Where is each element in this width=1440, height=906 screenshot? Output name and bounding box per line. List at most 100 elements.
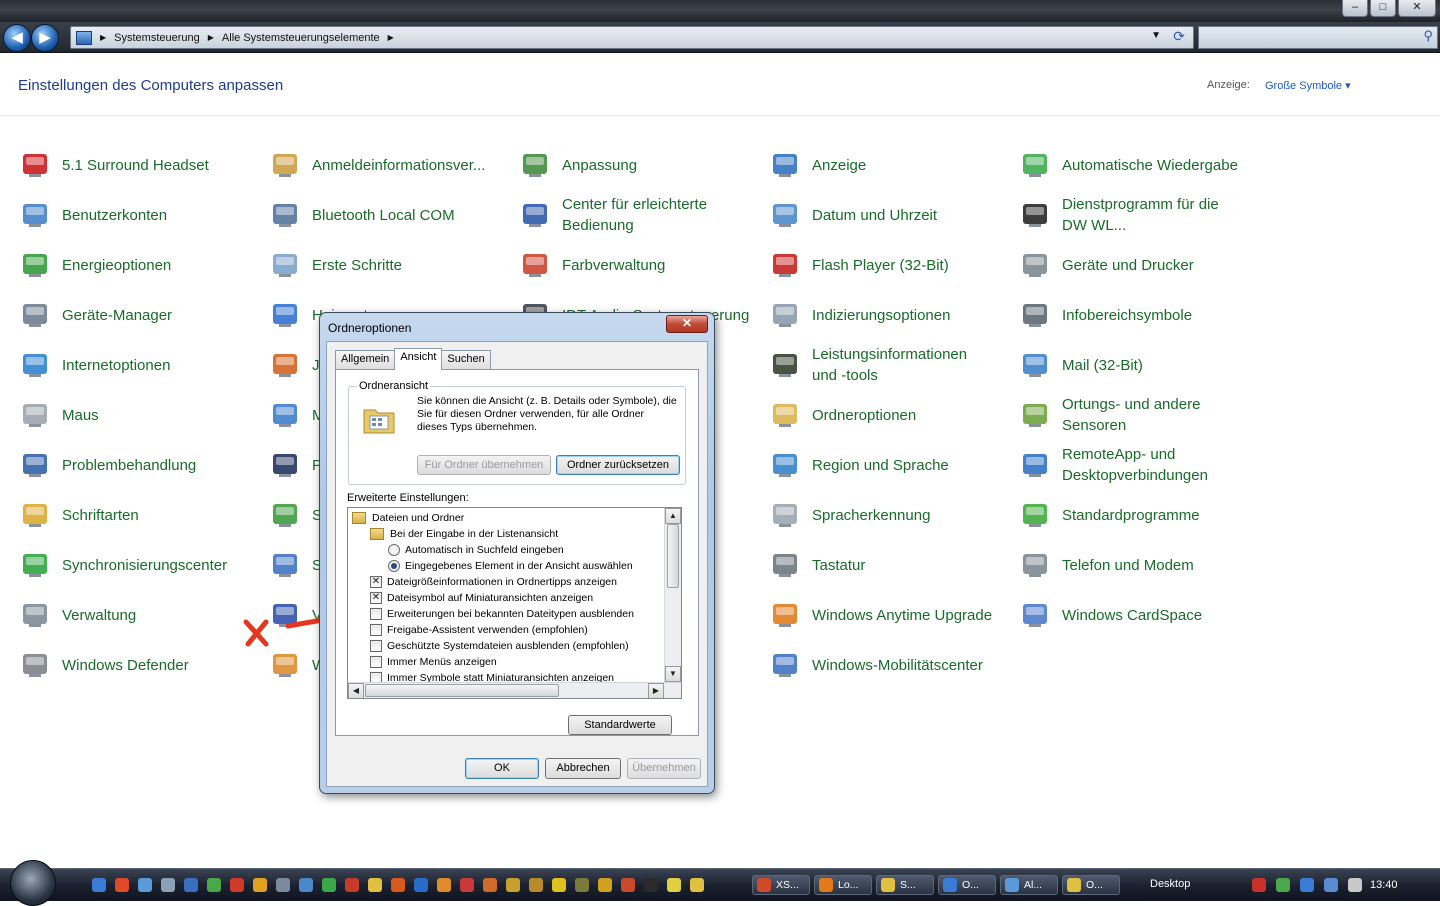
- apply-to-folders-button[interactable]: Für Ordner übernehmen: [417, 455, 551, 475]
- cp-item-power-options[interactable]: Energieoptionen: [18, 245, 250, 285]
- scroll-down-icon[interactable]: ▼: [665, 666, 681, 682]
- dialog-close-button[interactable]: ✕: [666, 315, 708, 333]
- tray-icon[interactable]: [1252, 878, 1266, 892]
- cp-item-ease-of-access[interactable]: Center für erleichterte Bedienung: [518, 195, 750, 235]
- search-input[interactable]: ⚲: [1198, 26, 1438, 49]
- back-button[interactable]: ◀: [3, 24, 31, 52]
- checkbox-checked-icon[interactable]: ✕: [370, 592, 382, 604]
- cp-item-user-accounts[interactable]: Benutzerkonten: [18, 195, 250, 235]
- cp-item-color-management[interactable]: Farbverwaltung: [518, 245, 750, 285]
- cp-item-speedlink-headset[interactable]: 5.1 Surround Headset: [18, 145, 250, 185]
- cp-item-flash-player[interactable]: Flash Player (32-Bit): [768, 245, 1000, 285]
- cp-item-mobility-center[interactable]: Windows-Mobilitätscenter: [768, 645, 1000, 685]
- cp-item-folder-options[interactable]: Ordneroptionen: [768, 395, 1000, 435]
- scroll-up-icon[interactable]: ▲: [665, 508, 681, 524]
- cp-item-getting-started[interactable]: Erste Schritte: [268, 245, 500, 285]
- quick-launch-app-icon[interactable]: [598, 878, 612, 892]
- cp-item-performance[interactable]: Leistungsinformationen und -tools: [768, 345, 1000, 385]
- quick-launch-app-icon[interactable]: [391, 878, 405, 892]
- quick-launch-app-icon[interactable]: [437, 878, 451, 892]
- checkbox-unchecked-icon[interactable]: [370, 624, 382, 636]
- taskbar-window-button[interactable]: O...: [938, 875, 996, 895]
- cp-item-windows-defender[interactable]: Windows Defender: [18, 645, 250, 685]
- radio-unselected-icon[interactable]: [388, 544, 400, 556]
- taskbar-window-button[interactable]: Lo...: [814, 875, 872, 895]
- breadcrumb-systemsteuerung[interactable]: Systemsteuerung: [114, 32, 200, 44]
- desktop-toolbar-label[interactable]: Desktop: [1150, 878, 1190, 890]
- minimize-button[interactable]: –: [1342, 0, 1368, 17]
- checkbox-option-row[interactable]: Immer Menüs anzeigen: [370, 654, 497, 670]
- quick-launch-app-icon[interactable]: [414, 878, 428, 892]
- cp-item-mouse[interactable]: Maus: [18, 395, 250, 435]
- cancel-button[interactable]: Abbrechen: [545, 758, 621, 779]
- cp-item-phone-modem[interactable]: Telefon und Modem: [1018, 545, 1250, 585]
- cp-item-administrative-tools[interactable]: Verwaltung: [18, 595, 250, 635]
- vertical-scrollbar[interactable]: ▲ ▼: [664, 508, 681, 682]
- start-orb-icon[interactable]: [10, 860, 56, 906]
- checkbox-unchecked-icon[interactable]: [370, 640, 382, 652]
- taskbar-window-button[interactable]: Al...: [1000, 875, 1058, 895]
- cp-item-fonts[interactable]: Schriftarten: [18, 495, 250, 535]
- quick-launch-app-icon[interactable]: [322, 878, 336, 892]
- scroll-left-icon[interactable]: ◀: [348, 683, 364, 698]
- cp-item-location-sensors[interactable]: Ortungs- und andere Sensoren: [1018, 395, 1250, 435]
- advanced-settings-list[interactable]: Dateien und Ordner Bei der Eingabe in der…: [347, 507, 682, 699]
- checkbox-option-row[interactable]: ✕ Dateisymbol auf Miniaturansichten anzei…: [370, 590, 593, 606]
- tab-allgemein[interactable]: Allgemein: [335, 350, 396, 370]
- cp-item-personalization[interactable]: Anpassung: [518, 145, 750, 185]
- ok-button[interactable]: OK: [465, 758, 539, 779]
- cp-item-display[interactable]: Anzeige: [768, 145, 1000, 185]
- quick-launch-app-icon[interactable]: [92, 878, 106, 892]
- quick-launch-app-icon[interactable]: [138, 878, 152, 892]
- cp-item-mail[interactable]: Mail (32-Bit): [1018, 345, 1250, 385]
- cp-item-speech-recognition[interactable]: Spracherkennung: [768, 495, 1000, 535]
- maximize-button[interactable]: □: [1370, 0, 1396, 17]
- taskbar-window-button[interactable]: O...: [1062, 875, 1120, 895]
- cp-item-credential-manager[interactable]: Anmeldeinformationsver...: [268, 145, 500, 185]
- quick-launch-app-icon[interactable]: [506, 878, 520, 892]
- quick-launch-app-icon[interactable]: [345, 878, 359, 892]
- tray-icon[interactable]: [1300, 878, 1314, 892]
- checkbox-option-row[interactable]: ✕ Dateigrößeinformationen in Ordnertipps …: [370, 574, 617, 590]
- quick-launch-app-icon[interactable]: [690, 878, 704, 892]
- breadcrumb-all-items[interactable]: Alle Systemsteuerungselemente: [222, 32, 380, 44]
- tray-icon[interactable]: [1348, 878, 1362, 892]
- quick-launch-app-icon[interactable]: [184, 878, 198, 892]
- quick-launch-app-icon[interactable]: [115, 878, 129, 892]
- apply-button[interactable]: Übernehmen: [627, 758, 701, 779]
- quick-launch-app-icon[interactable]: [161, 878, 175, 892]
- cp-item-notification-icons[interactable]: Infobereichsymbole: [1018, 295, 1250, 335]
- cp-item-remoteapp[interactable]: RemoteApp- und Desktopverbindungen: [1018, 445, 1250, 485]
- quick-launch-app-icon[interactable]: [299, 878, 313, 892]
- cp-item-anytime-upgrade[interactable]: Windows Anytime Upgrade: [768, 595, 1000, 635]
- cp-item-internet-options[interactable]: Internetoptionen: [18, 345, 250, 385]
- checkbox-unchecked-icon[interactable]: [370, 656, 382, 668]
- quick-launch-app-icon[interactable]: [644, 878, 658, 892]
- quick-launch-app-icon[interactable]: [621, 878, 635, 892]
- checkbox-unchecked-icon[interactable]: [370, 608, 382, 620]
- cp-item-wireless-utility[interactable]: Dienstprogramm für die DW WL...: [1018, 195, 1250, 235]
- tab-ansicht[interactable]: Ansicht: [394, 348, 443, 370]
- refresh-icon[interactable]: ⟳: [1173, 28, 1185, 45]
- taskbar-window-button[interactable]: S...: [876, 875, 934, 895]
- quick-launch-app-icon[interactable]: [575, 878, 589, 892]
- cp-item-keyboard[interactable]: Tastatur: [768, 545, 1000, 585]
- search-icon[interactable]: ⚲: [1423, 28, 1433, 44]
- horizontal-scrollbar[interactable]: ◀ ▶: [348, 682, 681, 698]
- horizontal-scroll-thumb[interactable]: [365, 684, 559, 697]
- cp-item-indexing-options[interactable]: Indizierungsoptionen: [768, 295, 1000, 335]
- taskbar-window-button[interactable]: XS...: [752, 875, 810, 895]
- reset-folders-button[interactable]: Ordner zurücksetzen: [556, 455, 680, 475]
- address-dropdown-icon[interactable]: ▼: [1151, 30, 1161, 41]
- radio-option-row[interactable]: Automatisch in Suchfeld eingeben: [388, 542, 564, 558]
- quick-launch-app-icon[interactable]: [529, 878, 543, 892]
- quick-launch-app-icon[interactable]: [460, 878, 474, 892]
- restore-defaults-button[interactable]: Standardwerte: [568, 715, 672, 735]
- radio-selected-icon[interactable]: [388, 560, 400, 572]
- quick-launch-app-icon[interactable]: [230, 878, 244, 892]
- quick-launch-app-icon[interactable]: [667, 878, 681, 892]
- view-by-dropdown[interactable]: Große Symbole ▾: [1265, 79, 1351, 92]
- checkbox-checked-icon[interactable]: ✕: [370, 576, 382, 588]
- close-window-button[interactable]: ✕: [1398, 0, 1436, 17]
- tray-icon[interactable]: [1324, 878, 1338, 892]
